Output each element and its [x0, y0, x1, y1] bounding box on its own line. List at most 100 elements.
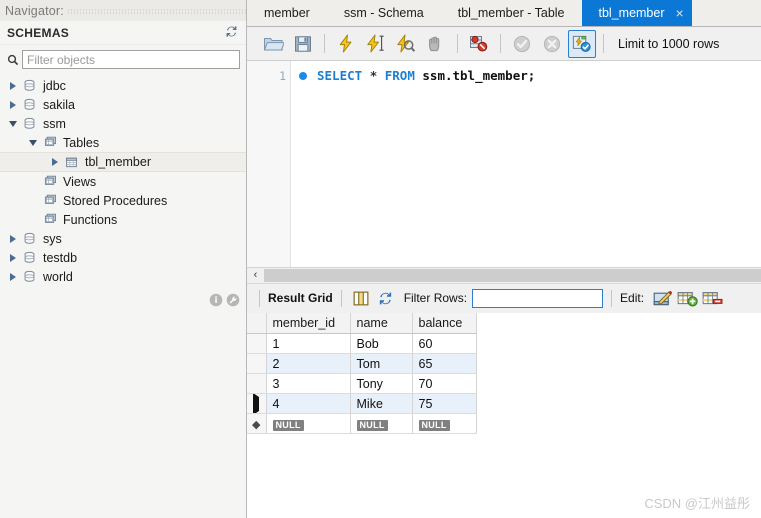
insert-row-icon[interactable]	[676, 287, 698, 309]
tree-item-tables[interactable]: Tables	[0, 133, 246, 152]
filter-rows-input[interactable]	[472, 288, 604, 308]
folder-icon	[40, 210, 59, 229]
sql-editor[interactable]: 1 SELECT * FROM ssm.tbl_member;	[247, 61, 761, 268]
cell-member-id[interactable]: 2	[266, 353, 351, 374]
execute-current-statement-icon[interactable]	[362, 30, 390, 58]
tree-item-ssm[interactable]: ssm	[0, 114, 246, 133]
execute-statement-icon[interactable]	[332, 30, 360, 58]
row-marker-new[interactable]: ◆	[247, 413, 267, 434]
edit-row-icon[interactable]	[651, 287, 673, 309]
row-marker[interactable]	[247, 353, 267, 374]
twisty-right-icon[interactable]	[6, 76, 20, 95]
navigator-title-bar: Navigator:	[0, 0, 246, 21]
schema-icon	[20, 248, 39, 267]
toggle-autocommit-icon[interactable]	[568, 29, 596, 58]
schema-icon	[20, 267, 39, 286]
info-icon[interactable]	[209, 293, 223, 310]
editor-pane: member ssm - Schema tbl_member - Table t…	[247, 0, 761, 518]
tab-member[interactable]: member	[247, 0, 327, 26]
tree-item-world[interactable]: world	[0, 267, 246, 286]
explain-statement-icon[interactable]	[392, 30, 420, 58]
twisty-down-icon[interactable]	[6, 114, 20, 133]
table-row[interactable]: 2 Tom 65	[247, 353, 477, 374]
stop-execution-icon[interactable]	[422, 30, 450, 58]
tree-item-jdbc[interactable]: jdbc	[0, 76, 246, 95]
toolbar-separator	[324, 34, 325, 53]
tab-label: ssm - Schema	[343, 5, 424, 20]
column-header-member-id[interactable]: member_id	[266, 312, 351, 334]
sql-code-text[interactable]: SELECT * FROM ssm.tbl_member;	[291, 61, 761, 267]
cell-balance[interactable]: 60	[412, 333, 477, 354]
cell-member-id[interactable]: 4	[266, 393, 351, 414]
null-badge: NULL	[418, 419, 450, 431]
tab-tbl-member-query[interactable]: tbl_member ×	[581, 0, 692, 26]
result-grid[interactable]: member_id name balance 1 Bob 60 2 Tom 65…	[247, 312, 761, 518]
new-row-star-icon: ◆	[252, 418, 261, 431]
tab-tbl-member-table[interactable]: tbl_member - Table	[440, 0, 582, 26]
cell-member-id[interactable]: 1	[266, 333, 351, 354]
refresh-icon[interactable]	[225, 25, 238, 41]
schema-icon	[20, 229, 39, 248]
cell-name[interactable]: Tony	[350, 373, 413, 394]
save-sql-script-icon[interactable]	[289, 30, 317, 58]
open-sql-script-icon[interactable]	[259, 30, 287, 58]
cell-name[interactable]: Tom	[350, 353, 413, 374]
tree-item-label: ssm	[43, 116, 66, 131]
refresh-icon[interactable]	[375, 287, 397, 309]
table-row[interactable]: 4 Mike 75	[247, 393, 477, 414]
navigator-sidebar: Navigator: SCHEMAS Filter objects jdbc s…	[0, 0, 247, 518]
delete-row-icon[interactable]	[701, 287, 723, 309]
sidebar-footer-icons	[209, 293, 240, 310]
row-marker[interactable]	[247, 333, 267, 354]
close-icon[interactable]: ×	[676, 6, 684, 20]
twisty-right-icon[interactable]	[6, 248, 20, 267]
tree-item-label: tbl_member	[85, 155, 151, 169]
row-marker[interactable]	[247, 373, 267, 394]
toolbar-separator	[259, 289, 260, 307]
tree-item-label: Stored Procedures	[63, 193, 168, 208]
tree-item-sys[interactable]: sys	[0, 229, 246, 248]
tree-item-sakila[interactable]: sakila	[0, 95, 246, 114]
cell-balance[interactable]: 75	[412, 393, 477, 414]
cell-member-id-null[interactable]: NULL	[266, 413, 351, 434]
cell-name[interactable]: Mike	[350, 393, 413, 414]
twisty-right-icon[interactable]	[48, 153, 62, 172]
schema-tree[interactable]: jdbc sakila ssm Tables tbl_member Views …	[0, 75, 246, 518]
table-row[interactable]: 3 Tony 70	[247, 373, 477, 394]
cell-balance-null[interactable]: NULL	[412, 413, 477, 434]
grid-view-icon[interactable]	[350, 287, 372, 309]
sql-editor-toolbar: Limit to 1000 rows	[247, 27, 761, 61]
filter-objects-input[interactable]	[22, 50, 240, 69]
scroll-left-chevron-icon[interactable]: ‹	[247, 268, 264, 283]
tab-ssm-schema[interactable]: ssm - Schema	[326, 0, 441, 26]
commit-transaction-icon	[508, 30, 536, 58]
tree-item-label: Tables	[63, 135, 100, 150]
new-row-placeholder[interactable]: ◆ NULL NULL NULL	[247, 413, 477, 434]
tree-item-testdb[interactable]: testdb	[0, 248, 246, 267]
twisty-down-icon[interactable]	[26, 133, 40, 152]
tree-item-functions[interactable]: Functions	[0, 210, 246, 229]
column-header-balance[interactable]: balance	[412, 312, 477, 334]
tree-item-label: testdb	[43, 250, 78, 265]
limit-rows-label[interactable]: Limit to 1000 rows	[618, 37, 719, 51]
cell-member-id[interactable]: 3	[266, 373, 351, 394]
scrollbar-track[interactable]	[264, 268, 761, 282]
toggle-stop-on-error-icon[interactable]	[465, 30, 493, 58]
tree-item-tbl-member[interactable]: tbl_member	[0, 152, 246, 172]
twisty-right-icon[interactable]	[6, 267, 20, 286]
editor-horizontal-scrollbar[interactable]: ‹	[247, 267, 761, 284]
column-header-name[interactable]: name	[350, 312, 413, 334]
toolbar-separator	[500, 34, 501, 53]
cell-name[interactable]: Bob	[350, 333, 413, 354]
editor-gutter: 1	[247, 61, 291, 267]
twisty-right-icon[interactable]	[6, 95, 20, 114]
cell-balance[interactable]: 65	[412, 353, 477, 374]
cell-balance[interactable]: 70	[412, 373, 477, 394]
cell-name-null[interactable]: NULL	[350, 413, 413, 434]
wrench-icon[interactable]	[226, 293, 240, 310]
tree-item-stored-procedures[interactable]: Stored Procedures	[0, 191, 246, 210]
tree-item-views[interactable]: Views	[0, 172, 246, 191]
twisty-right-icon[interactable]	[6, 229, 20, 248]
row-marker-current[interactable]	[247, 393, 267, 414]
table-row[interactable]: 1 Bob 60	[247, 333, 477, 354]
